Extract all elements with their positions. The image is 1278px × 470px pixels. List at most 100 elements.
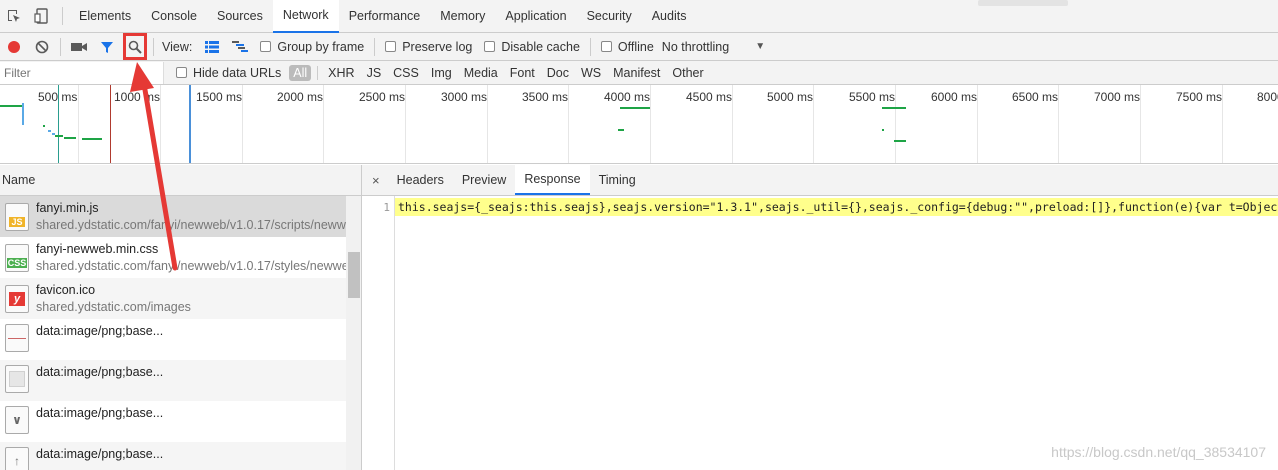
tab-memory[interactable]: Memory: [430, 0, 495, 33]
devtools-tabbar: Elements Console Sources Network Perform…: [0, 0, 1278, 33]
timeline-request-bar: [882, 129, 884, 131]
filter-bar: Hide data URLs All XHR JS CSS Img Media …: [0, 61, 1278, 85]
timeline-label: 7000 ms: [1094, 90, 1141, 104]
tab-headers[interactable]: Headers: [388, 165, 453, 195]
timeline-label: 3500 ms: [522, 90, 569, 104]
type-filter-xhr[interactable]: XHR: [324, 66, 358, 80]
dom-content-loaded-line: [58, 85, 59, 163]
close-icon[interactable]: ×: [362, 165, 388, 195]
network-toolbar: View: Group by frame Preserve log Disabl…: [0, 33, 1278, 61]
request-name: data:image/png;base...: [36, 324, 164, 338]
type-filter-font[interactable]: Font: [506, 66, 539, 80]
timeline-label: 7500 ms: [1176, 90, 1223, 104]
arrow-up-icon: ↑: [5, 447, 29, 470]
timeline-gridline: [487, 85, 488, 163]
group-by-frame-checkbox[interactable]: Group by frame: [260, 40, 364, 54]
request-row[interactable]: data:image/png;base...: [0, 360, 346, 401]
request-row[interactable]: ↑ data:image/png;base...: [0, 442, 346, 470]
tab-elements[interactable]: Elements: [69, 0, 141, 33]
filter-input[interactable]: [0, 61, 164, 84]
timeline-label: 4000 ms: [604, 90, 651, 104]
tab-preview[interactable]: Preview: [453, 165, 515, 195]
request-list-scrollbar[interactable]: [346, 196, 362, 470]
waterfall-icon[interactable]: [226, 33, 254, 61]
name-column-header[interactable]: Name: [0, 165, 362, 196]
request-row[interactable]: CSS fanyi-newweb.min.css shared.ydstatic…: [0, 237, 346, 278]
tab-console[interactable]: Console: [141, 0, 207, 33]
js-file-icon: JS: [5, 202, 29, 231]
tab-performance[interactable]: Performance: [339, 0, 431, 33]
timeline-gridline: [732, 85, 733, 163]
tab-sources[interactable]: Sources: [207, 0, 273, 33]
timeline-label: 1000 ms: [114, 90, 161, 104]
type-filter-all[interactable]: All: [289, 64, 312, 81]
image-preview: [9, 371, 25, 387]
tab-application[interactable]: Application: [495, 0, 576, 33]
tab-timing[interactable]: Timing: [590, 165, 645, 195]
timeline-label: 5500 ms: [849, 90, 896, 104]
type-filter-other[interactable]: Other: [668, 66, 707, 80]
inspect-element-icon[interactable]: [0, 0, 28, 33]
timeline-gridline: [78, 85, 79, 163]
record-button[interactable]: [0, 33, 28, 61]
image-preview: [8, 338, 26, 339]
request-name: fanyi-newweb.min.css: [36, 242, 159, 256]
response-viewer[interactable]: 1 this.seajs={_seajs:this.seajs},seajs.v…: [362, 196, 1278, 470]
offline-checkbox[interactable]: Offline: [600, 40, 654, 54]
type-filter-img[interactable]: Img: [427, 66, 456, 80]
tab-audits[interactable]: Audits: [642, 0, 697, 33]
timeline-request-bar: [43, 125, 45, 127]
timeline-gridline: [895, 85, 896, 163]
file-type-badge: CSS: [6, 257, 28, 268]
timeline-request-bar: [48, 130, 51, 132]
request-path: shared.ydstatic.com/fanyi/newweb/v1.0.17…: [36, 259, 346, 273]
device-toolbar-icon[interactable]: [28, 0, 56, 33]
preserve-log-label: Preserve log: [402, 39, 473, 54]
disable-cache-checkbox[interactable]: Disable cache: [484, 40, 580, 54]
timeline-gridline: [323, 85, 324, 163]
large-rows-icon[interactable]: [198, 33, 226, 61]
response-code-line[interactable]: this.seajs={_seajs:this.seajs},seajs.ver…: [395, 198, 1278, 216]
clear-button[interactable]: [28, 33, 56, 61]
request-name: data:image/png;base...: [36, 406, 164, 420]
timeline-label: 3000 ms: [441, 90, 488, 104]
view-label: View:: [162, 39, 193, 54]
type-filter-manifest[interactable]: Manifest: [609, 66, 664, 80]
request-row[interactable]: y favicon.ico shared.ydstatic.com/images: [0, 278, 346, 319]
timeline-gridline: [405, 85, 406, 163]
type-filter-ws[interactable]: WS: [577, 66, 605, 80]
filter-icon[interactable]: [93, 33, 121, 61]
timeline-gridline: [242, 85, 243, 163]
checkbox-icon: [260, 41, 272, 52]
timeline-overview[interactable]: 500 ms 1000 ms 1500 ms 2000 ms 2500 ms 3…: [0, 85, 1278, 164]
timeline-label: 8000: [1257, 90, 1278, 104]
toolbar-divider: [374, 37, 376, 56]
hide-data-urls-checkbox[interactable]: Hide data URLs: [176, 66, 281, 80]
search-icon[interactable]: [121, 33, 149, 61]
tab-network[interactable]: Network: [272, 0, 339, 33]
timeline-request-bar: [0, 105, 22, 107]
watermark: https://blog.csdn.net/qq_38534107: [1051, 444, 1266, 460]
request-name: fanyi.min.js: [36, 201, 99, 215]
tab-security[interactable]: Security: [577, 0, 642, 33]
preserve-log-checkbox[interactable]: Preserve log: [385, 40, 472, 54]
screenshot-icon[interactable]: [65, 33, 93, 61]
request-name: favicon.ico: [36, 283, 96, 297]
tab-response[interactable]: Response: [515, 165, 590, 195]
obscured-area: [978, 0, 1068, 6]
type-filter-css[interactable]: CSS: [389, 66, 423, 80]
filter-divider: [317, 65, 319, 80]
throttling-select[interactable]: No throttling: [662, 40, 729, 54]
request-row[interactable]: data:image/png;base...: [0, 319, 346, 360]
timeline-request-bar: [55, 135, 63, 137]
type-filter-doc[interactable]: Doc: [543, 66, 573, 80]
scrollbar-thumb[interactable]: [348, 252, 360, 298]
type-filter-js[interactable]: JS: [363, 66, 386, 80]
chevron-down-icon[interactable]: ▼: [755, 41, 765, 52]
toolbar-divider: [153, 37, 154, 56]
request-row[interactable]: ∨ data:image/png;base...: [0, 401, 346, 442]
checkbox-icon: [385, 41, 397, 52]
request-row[interactable]: JS fanyi.min.js shared.ydstatic.com/fany…: [0, 196, 346, 237]
type-filter-media[interactable]: Media: [460, 66, 502, 80]
favicon-glyph: y: [8, 291, 26, 306]
